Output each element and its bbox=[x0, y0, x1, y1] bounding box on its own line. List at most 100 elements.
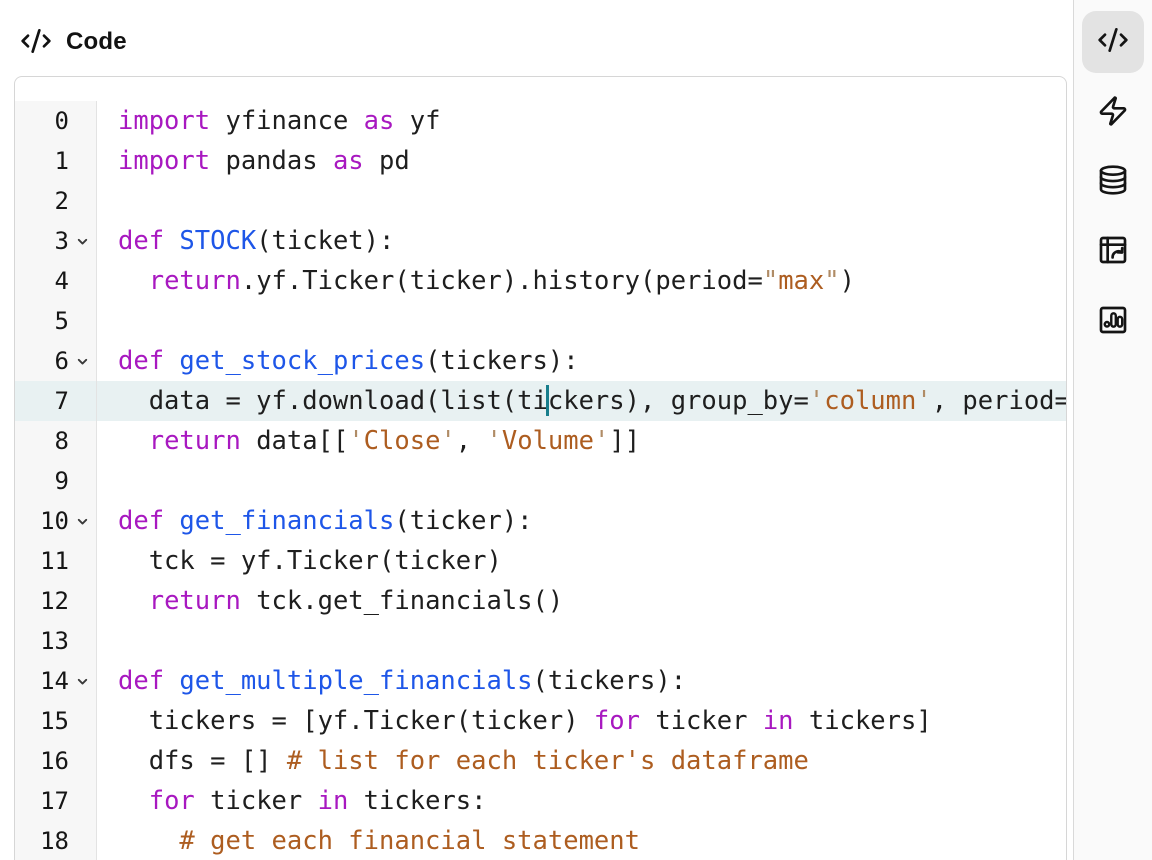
code-line[interactable]: 12 return tck.get_financials() bbox=[15, 581, 1066, 621]
token-pl: ]] bbox=[609, 426, 640, 456]
fold-chevron-down-icon[interactable] bbox=[69, 234, 96, 249]
token-pl: (tickers): bbox=[425, 346, 579, 376]
token-pl bbox=[118, 426, 149, 456]
code-text[interactable]: import yfinance as yf bbox=[97, 101, 1066, 141]
token-pl: ckers), group_by= bbox=[548, 386, 809, 416]
token-pl: data[[ bbox=[241, 426, 348, 456]
token-pl: (ticker): bbox=[394, 506, 532, 536]
token-kw: def bbox=[118, 506, 164, 536]
token-pl: dfs = [] bbox=[118, 746, 287, 776]
token-kw: import bbox=[118, 146, 210, 176]
token-kw: for bbox=[594, 706, 640, 736]
token-pl bbox=[164, 226, 179, 256]
code-line[interactable]: 6 def get_stock_prices(tickers): bbox=[15, 341, 1066, 381]
code-text[interactable]: return data[['Close', 'Volume']] bbox=[97, 421, 1066, 461]
code-line[interactable]: 2 bbox=[15, 181, 1066, 221]
code-text[interactable]: # get each financial statement bbox=[97, 821, 1066, 860]
sidebar-button-zap[interactable] bbox=[1082, 82, 1144, 144]
gutter: 5 bbox=[15, 301, 97, 341]
code-line[interactable]: 10 def get_financials(ticker): bbox=[15, 501, 1066, 541]
right-toolbar bbox=[1073, 0, 1152, 860]
line-number: 3 bbox=[15, 221, 69, 261]
code-text[interactable] bbox=[97, 621, 1066, 661]
sidebar-button-code[interactable] bbox=[1082, 11, 1144, 73]
token-pl: .yf.Ticker(ticker).history(period= bbox=[241, 266, 763, 296]
token-kw: import bbox=[118, 106, 210, 136]
line-number: 15 bbox=[15, 701, 69, 741]
code-text[interactable]: def get_multiple_financials(tickers): bbox=[97, 661, 1066, 701]
token-pl bbox=[164, 346, 179, 376]
token-pl: tck = yf.Ticker(ticker) bbox=[118, 546, 502, 576]
code-line[interactable]: 13 bbox=[15, 621, 1066, 661]
code-line[interactable]: 18 # get each financial statement bbox=[15, 821, 1066, 860]
code-line[interactable]: 7 data = yf.download(list(tickers), grou… bbox=[15, 381, 1066, 421]
code-line[interactable]: 17 for ticker in tickers: bbox=[15, 781, 1066, 821]
line-number: 6 bbox=[15, 341, 69, 381]
code-line[interactable]: 4 return.yf.Ticker(ticker).history(perio… bbox=[15, 261, 1066, 301]
token-kw: return bbox=[149, 586, 241, 616]
code-line[interactable]: 5 bbox=[15, 301, 1066, 341]
code-text[interactable]: dfs = [] # list for each ticker's datafr… bbox=[97, 741, 1066, 781]
code-text[interactable]: tck = yf.Ticker(ticker) bbox=[97, 541, 1066, 581]
token-pl: ) bbox=[840, 266, 855, 296]
token-qt: ' bbox=[348, 426, 363, 456]
token-qt: ' bbox=[809, 386, 824, 416]
code-text[interactable] bbox=[97, 181, 1066, 221]
gutter: 4 bbox=[15, 261, 97, 301]
code-line[interactable]: 1 import pandas as pd bbox=[15, 141, 1066, 181]
code-text[interactable]: def get_financials(ticker): bbox=[97, 501, 1066, 541]
fold-chevron-down-icon[interactable] bbox=[69, 674, 96, 689]
fold-chevron-down-icon[interactable] bbox=[69, 354, 96, 369]
code-editor[interactable]: 0import yfinance as yf1 import pandas as … bbox=[14, 76, 1067, 860]
code-text[interactable]: tickers = [yf.Ticker(ticker) for ticker … bbox=[97, 701, 1066, 741]
token-qt: " bbox=[824, 266, 839, 296]
code-line[interactable]: 14def get_multiple_financials(tickers): bbox=[15, 661, 1066, 701]
token-qt: ' bbox=[487, 426, 502, 456]
code-text[interactable]: def get_stock_prices(tickers): bbox=[97, 341, 1066, 381]
code-text[interactable]: data = yf.download(list(tickers), group_… bbox=[97, 381, 1066, 421]
token-pl: yfinance bbox=[210, 106, 364, 136]
token-st: Volume bbox=[502, 426, 594, 456]
sidebar-button-pivot[interactable] bbox=[1082, 221, 1144, 283]
code-line[interactable]: 9 bbox=[15, 461, 1066, 501]
code-line[interactable]: 0import yfinance as yf bbox=[15, 101, 1066, 141]
code-text[interactable]: for ticker in tickers: bbox=[97, 781, 1066, 821]
token-pl bbox=[118, 266, 149, 296]
token-st: max bbox=[778, 266, 824, 296]
gutter: 1 bbox=[15, 141, 97, 181]
line-number: 8 bbox=[15, 421, 69, 461]
line-number: 1 bbox=[15, 141, 69, 181]
token-pl bbox=[164, 506, 179, 536]
gutter: 3 bbox=[15, 221, 97, 261]
code-line[interactable]: 16 dfs = [] # list for each ticker's dat… bbox=[15, 741, 1066, 781]
code-text[interactable]: return tck.get_financials() bbox=[97, 581, 1066, 621]
token-st: column bbox=[824, 386, 916, 416]
sidebar-button-charts[interactable] bbox=[1082, 291, 1144, 353]
token-df: STOCK bbox=[179, 226, 256, 256]
line-number: 13 bbox=[15, 621, 69, 661]
code-text[interactable]: import pandas as pd bbox=[97, 141, 1066, 181]
token-pl: , period= bbox=[932, 386, 1066, 416]
code-text[interactable] bbox=[97, 301, 1066, 341]
gutter: 8 bbox=[15, 421, 97, 461]
code-text[interactable] bbox=[97, 461, 1066, 501]
token-kw: in bbox=[763, 706, 794, 736]
code-line[interactable]: 8 return data[['Close', 'Volume']] bbox=[15, 421, 1066, 461]
token-cm: # list for each ticker's dataframe bbox=[287, 746, 809, 776]
code-line[interactable]: 11 tck = yf.Ticker(ticker) bbox=[15, 541, 1066, 581]
gutter: 15 bbox=[15, 701, 97, 741]
line-number: 11 bbox=[15, 541, 69, 581]
sidebar-button-data[interactable] bbox=[1082, 151, 1144, 213]
line-number: 4 bbox=[15, 261, 69, 301]
pivot-refresh-icon bbox=[1097, 234, 1129, 271]
line-number: 10 bbox=[15, 501, 69, 541]
token-pl bbox=[118, 786, 149, 816]
code-line[interactable]: 15 tickers = [yf.Ticker(ticker) for tick… bbox=[15, 701, 1066, 741]
code-text[interactable]: def STOCK(ticket): bbox=[97, 221, 1066, 261]
code-text[interactable]: return.yf.Ticker(ticker).history(period=… bbox=[97, 261, 1066, 301]
code-line[interactable]: 3 def STOCK(ticket): bbox=[15, 221, 1066, 261]
fold-chevron-down-icon[interactable] bbox=[69, 514, 96, 529]
gutter: 12 bbox=[15, 581, 97, 621]
token-qt: ' bbox=[440, 426, 455, 456]
gutter: 10 bbox=[15, 501, 97, 541]
